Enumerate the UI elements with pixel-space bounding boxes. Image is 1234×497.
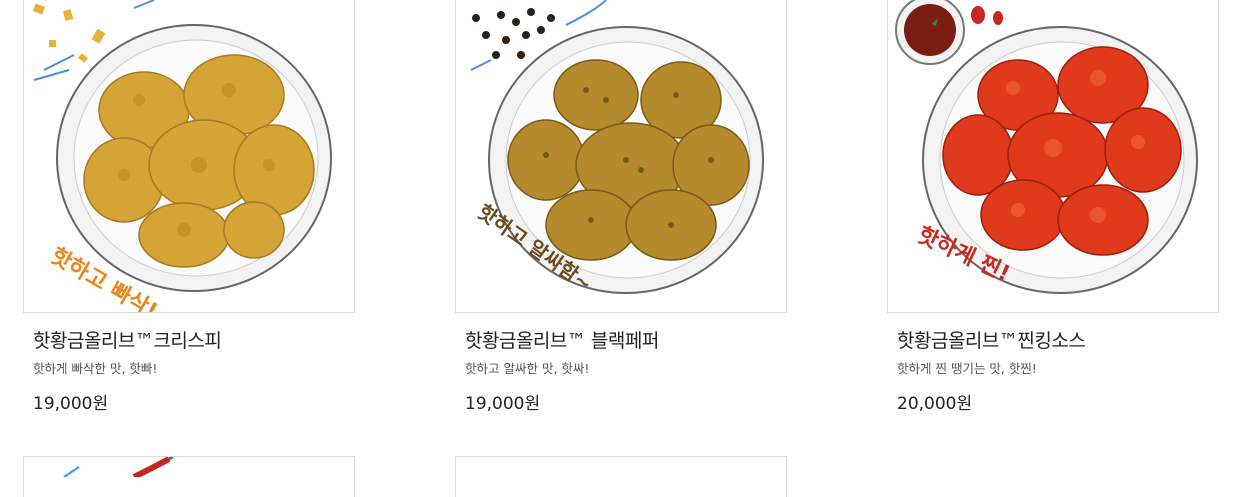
product-name[interactable]: 핫황금올리브™찐킹소스 — [897, 326, 1086, 353]
fried-chicken-sauce-icon: 핫하게 찐! — [895, 0, 1198, 294]
product-price: 19,000원 — [465, 394, 541, 414]
product-price: 20,000원 — [897, 394, 973, 414]
product-image[interactable] — [23, 456, 355, 497]
product-name[interactable]: 핫황금올리브™크리스피 — [33, 326, 222, 353]
product-image[interactable]: 핫하고 빠삭! — [23, 0, 355, 313]
product-image[interactable]: 핫하고 알싸함~ — [455, 0, 787, 313]
chili-pepper-icon — [63, 457, 174, 480]
product-description: 핫하게 빠삭한 맛, 핫빠! — [33, 361, 158, 376]
fried-chicken-blackpepper-icon: 핫하고 알싸함~ — [470, 0, 764, 296]
fried-chicken-crispy-icon: 핫하고 빠삭! — [32, 0, 332, 312]
product-description: 핫하고 알싸한 맛, 핫싸! — [465, 361, 590, 376]
product-image[interactable] — [455, 456, 787, 497]
product-price: 19,000원 — [33, 394, 109, 414]
product-name[interactable]: 핫황금올리브™ 블랙페퍼 — [465, 326, 659, 353]
product-image[interactable]: 핫하게 찐! — [887, 0, 1219, 313]
product-description: 핫하게 찐 땡기는 맛, 핫찐! — [897, 361, 1037, 376]
